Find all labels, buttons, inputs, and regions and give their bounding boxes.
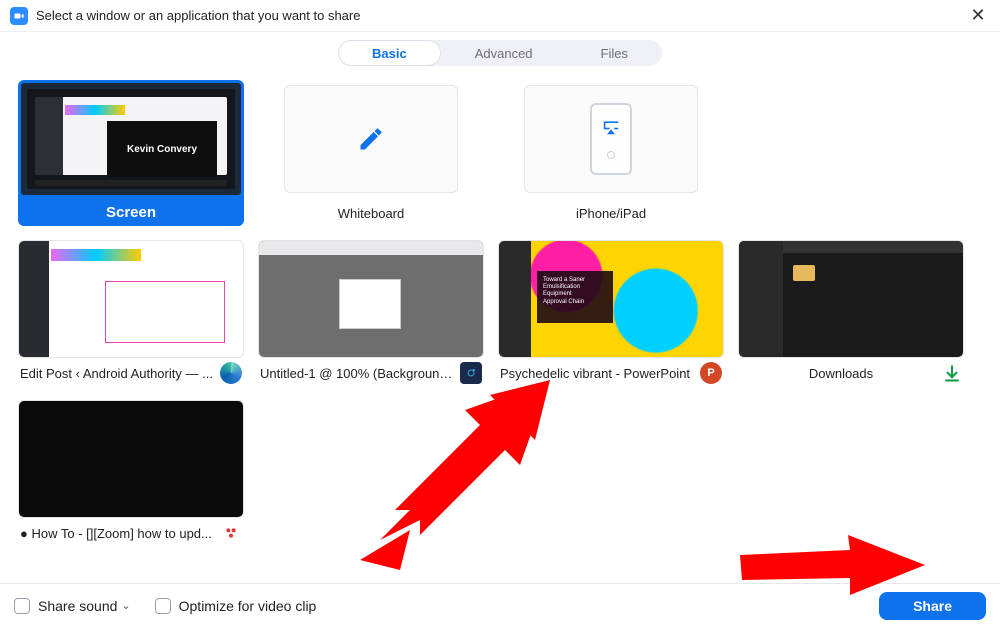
optimize-video-checkbox[interactable]: Optimize for video clip — [155, 598, 317, 614]
option-label: Downloads — [740, 366, 942, 381]
tab-advanced[interactable]: Advanced — [441, 40, 567, 66]
titlebar: Select a window or an application that y… — [0, 0, 1000, 32]
edge-icon — [220, 362, 242, 384]
share-button[interactable]: Share — [879, 592, 986, 620]
powerpoint-icon: P — [700, 362, 722, 384]
option-photoshop[interactable]: Untitled-1 @ 100% (Background, ... — [258, 240, 484, 386]
checkbox-icon — [155, 598, 171, 614]
tab-files[interactable]: Files — [567, 40, 662, 66]
app-icon-generic — [220, 522, 242, 544]
option-powerpoint[interactable]: Toward a Saner Emulsification Equipment … — [498, 240, 724, 386]
zoom-app-icon — [10, 7, 28, 25]
optimize-label: Optimize for video clip — [179, 598, 317, 614]
close-button[interactable]: ✕ — [966, 4, 990, 28]
option-whiteboard[interactable]: Whiteboard — [258, 80, 484, 226]
chevron-down-icon[interactable]: ⌄ — [121, 599, 130, 612]
share-sound-checkbox[interactable]: Share sound ⌄ — [14, 598, 137, 614]
bottom-bar: Share sound ⌄ Optimize for video clip Sh… — [0, 583, 1000, 627]
slide-text: Toward a Saner Emulsification Equipment … — [537, 271, 613, 323]
airplay-icon — [601, 119, 621, 135]
pencil-icon — [357, 125, 385, 153]
tab-group: Basic Advanced Files — [338, 40, 662, 66]
thumbnail-explorer — [738, 240, 964, 358]
screen-overlay-name: Kevin Convery — [107, 121, 217, 177]
thumbnail-photoshop — [258, 240, 484, 358]
thumbnail-black — [18, 400, 244, 518]
option-label: Whiteboard — [260, 206, 482, 221]
option-howto[interactable]: ● How To - [][Zoom] how to upd... — [18, 400, 244, 546]
photoshop-icon — [460, 362, 482, 384]
thumbnail-screen: Kevin Convery — [18, 80, 244, 198]
option-iphone-ipad[interactable]: iPhone/iPad — [498, 80, 724, 226]
checkbox-icon — [14, 598, 30, 614]
thumbnail-whiteboard — [284, 85, 458, 193]
thumbnail-powerpoint: Toward a Saner Emulsification Equipment … — [498, 240, 724, 358]
option-label: Untitled-1 @ 100% (Background, ... — [260, 366, 456, 381]
option-label: Edit Post ‹ Android Authority — ... — [20, 366, 216, 381]
option-label: Screen — [20, 204, 242, 221]
option-screen[interactable]: Kevin Convery Screen — [18, 80, 244, 226]
share-sound-label: Share sound — [38, 598, 117, 614]
thumbnail-iphone — [524, 85, 698, 193]
thumbnail-edge-window — [18, 240, 244, 358]
phone-icon — [590, 103, 632, 175]
share-options-grid: Kevin Convery Screen Whiteboard iPhone/i… — [0, 70, 1000, 556]
option-label: ● How To - [][Zoom] how to upd... — [20, 526, 216, 541]
option-downloads[interactable]: Downloads — [738, 240, 964, 386]
option-label: Psychedelic vibrant - PowerPoint — [500, 366, 696, 381]
option-edit-post[interactable]: Edit Post ‹ Android Authority — ... — [18, 240, 244, 386]
tab-basic[interactable]: Basic — [338, 40, 441, 66]
option-label: iPhone/iPad — [500, 206, 722, 221]
mode-tabs: Basic Advanced Files — [0, 32, 1000, 70]
download-arrow-icon — [942, 363, 962, 383]
dialog-title: Select a window or an application that y… — [36, 8, 360, 23]
